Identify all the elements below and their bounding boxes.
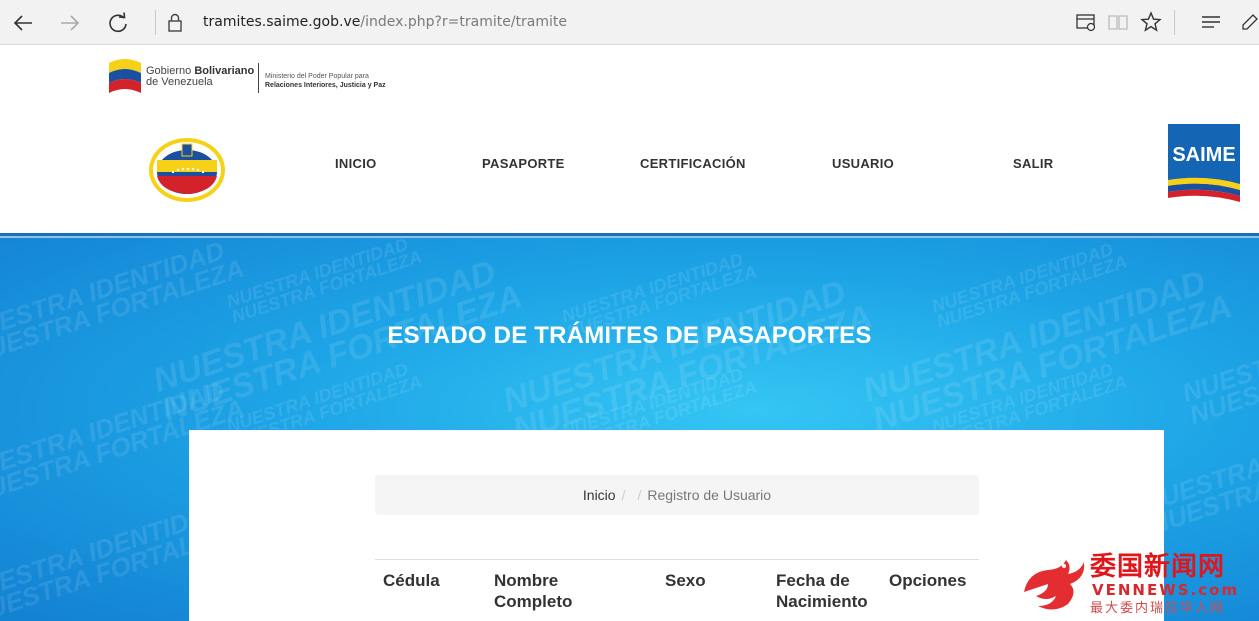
menu-certificacion[interactable]: CERTIFICACIÓN [640, 156, 746, 171]
back-arrow-icon [13, 15, 32, 31]
column-header-sexo: Sexo [665, 570, 706, 591]
back-button[interactable] [8, 8, 38, 38]
column-header-text: Fecha de [776, 571, 850, 590]
page-title: ESTADO DE TRÁMITES DE PASAPORTES [387, 322, 872, 349]
menu-salir[interactable]: SALIR [1013, 156, 1054, 171]
venezuela-flag-logo [109, 59, 141, 93]
refresh-button[interactable] [103, 8, 133, 38]
column-header-text: Sexo [665, 571, 706, 590]
column-header-text: Opciones [889, 571, 967, 590]
toolbar-divider [155, 10, 156, 35]
menu-pasaporte[interactable]: PASAPORTE [482, 156, 565, 171]
refresh-icon [109, 12, 127, 33]
url-host: tramites.saime.gob.ve [203, 14, 361, 30]
column-header-opciones: Opciones [889, 570, 966, 591]
column-header-text: Nombre [494, 571, 559, 590]
gov-name: Gobierno Bolivariano de Venezuela [146, 66, 254, 88]
column-header-fecha: Fecha de Nacimiento [776, 570, 868, 612]
ministry-line2: Relaciones Interiores, Justicia y Paz [265, 82, 386, 89]
ministry-name: Ministerio del Poder Popular para Relaci… [265, 72, 386, 90]
column-header-cedula: Cédula [383, 570, 440, 591]
table-top-border [375, 559, 979, 560]
column-header-text: Cédula [383, 571, 440, 590]
forward-arrow-icon [61, 15, 80, 31]
gov-name-line2: de Venezuela [146, 76, 213, 88]
browser-toolbar: tramites.saime.gob.ve/index.php?r=tramit… [0, 0, 1259, 45]
toolbar-divider [1174, 10, 1175, 35]
address-bar[interactable]: tramites.saime.gob.ve/index.php?r=tramit… [203, 14, 567, 30]
breadcrumb-home-link[interactable]: Inicio [583, 487, 616, 503]
vennews-subtitle: 最大委内瑞拉华人网 [1090, 601, 1226, 616]
vennews-cn-title: 委国新闻网 [1090, 552, 1226, 582]
saime-logo[interactable]: SAIME [1168, 124, 1240, 206]
menu-usuario[interactable]: USUARIO [832, 156, 894, 171]
breadcrumb-separator: / [621, 487, 626, 503]
column-header-nombre: Nombre Completo [494, 570, 572, 612]
url-path: /index.php?r=tramite/tramite [360, 14, 568, 30]
reading-view-icon[interactable] [1105, 9, 1131, 35]
breadcrumb-current: Registro de Usuario [647, 487, 772, 503]
vennews-watermark-logo: 委国新闻网 VENNEWS.com 最大委内瑞拉华人网 [1018, 552, 1258, 618]
forward-button[interactable] [55, 8, 85, 38]
reading-list-icon[interactable] [1073, 9, 1099, 35]
breadcrumb: Inicio / / Registro de Usuario [375, 475, 979, 515]
dragon-icon [1024, 560, 1085, 610]
lock-icon[interactable] [160, 8, 190, 38]
hub-menu-icon[interactable] [1198, 9, 1224, 35]
saime-logo-text: SAIME [1172, 144, 1236, 166]
menu-inicio[interactable]: INICIO [335, 156, 377, 171]
breadcrumb-separator: / [637, 487, 642, 503]
ministry-line1: Ministerio del Poder Popular para [265, 73, 369, 80]
ministry-seal-logo[interactable] [147, 136, 227, 204]
web-note-icon[interactable] [1236, 9, 1259, 35]
column-header-text: Completo [494, 592, 573, 611]
government-header: Gobierno Bolivariano de Venezuela Minist… [107, 57, 427, 97]
column-header-text: Nacimiento [776, 592, 868, 611]
gov-divider [258, 63, 259, 93]
favorite-star-icon[interactable] [1138, 9, 1164, 35]
